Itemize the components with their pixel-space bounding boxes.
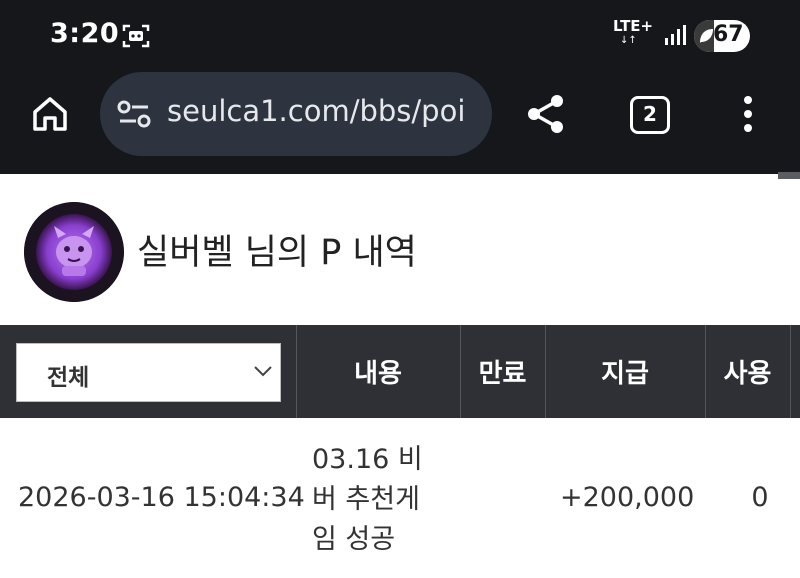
toolbar-divider (0, 174, 778, 179)
network-arrows: ↓↑ (620, 35, 637, 46)
scroll-indicator (778, 172, 800, 179)
filter-select[interactable]: 전체 (16, 343, 281, 402)
battery-level: 67 (713, 22, 744, 47)
signal-icon (665, 25, 686, 45)
row-paid: +200,000 (560, 482, 695, 513)
row-content-line: 03.16 비 (312, 444, 423, 475)
header-expire: 만료 (478, 359, 527, 389)
row-date: 2026-03-16 15:04:34 (18, 482, 305, 513)
avatar-image (24, 202, 124, 302)
filter-selected-value[interactable]: 전체 (47, 358, 89, 392)
share-icon[interactable] (524, 92, 568, 136)
screenshot-icon (122, 24, 150, 48)
header-content: 내용 (354, 359, 402, 389)
table-header: 전체 내용 만료 지급 사용 (0, 325, 800, 418)
tabs-icon[interactable]: 2 (630, 96, 670, 134)
chevron-down-icon[interactable] (253, 364, 273, 378)
row-used: 0 (751, 482, 769, 513)
row-content: 03.16 비 버 추천게 임 성공 (312, 440, 452, 560)
battery-indicator: 67 (694, 20, 750, 52)
status-bar: 3:20 LTE+ ↓↑ 67 (0, 0, 800, 72)
site-settings-icon[interactable] (116, 98, 152, 130)
more-menu-icon[interactable] (740, 94, 756, 134)
home-icon[interactable] (30, 94, 70, 134)
header-used: 사용 (723, 359, 772, 389)
status-time: 3:20 (50, 18, 120, 49)
row-content-line: 버 추천게 (312, 484, 420, 515)
profile-header: 실버벨 님의 P 내역 (0, 180, 800, 325)
url-text[interactable]: seulca1.com/bbs/poi (167, 94, 477, 128)
header-paid: 지급 (601, 359, 649, 389)
network-type: LTE+ (613, 17, 654, 35)
browser-toolbar: seulca1.com/bbs/poi 2 (0, 72, 800, 174)
row-content-line: 임 성공 (312, 524, 396, 555)
column-divider (790, 325, 791, 418)
address-bar[interactable]: seulca1.com/bbs/poi (100, 72, 492, 156)
table-row: 2026-03-16 15:04:34 03.16 비 버 추천게 임 성공 +… (0, 418, 800, 578)
page-title: 실버벨 님의 P 내역 (137, 233, 417, 273)
avatar (24, 202, 124, 302)
battery-saver-icon (700, 29, 713, 43)
